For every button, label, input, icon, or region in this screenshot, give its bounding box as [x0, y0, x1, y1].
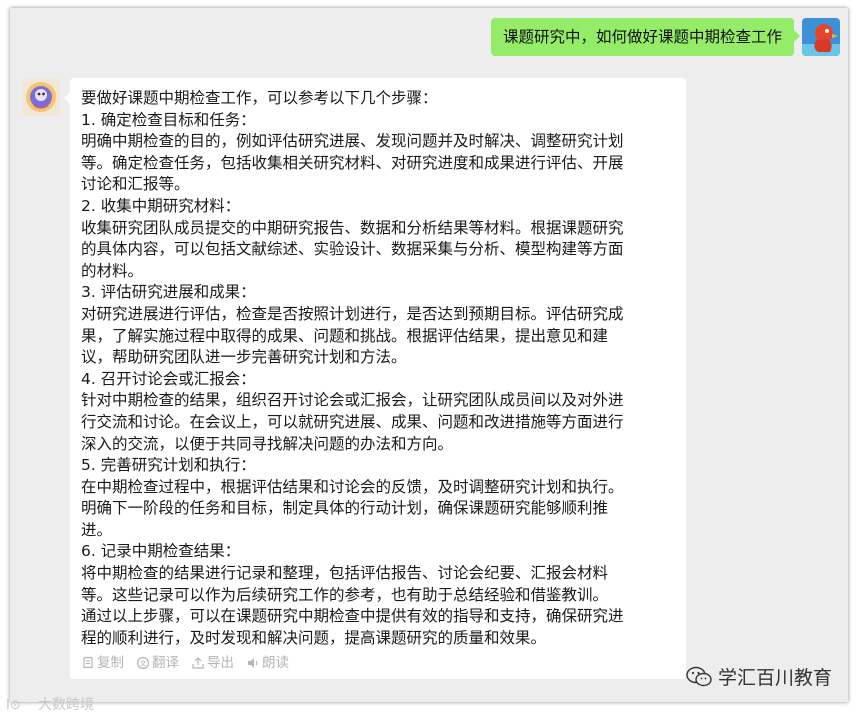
message-line: 程的顺利进行，及时发现和解决问题，提高课题研究的质量和效果。 — [81, 628, 547, 647]
source-watermark: I⊙ 大数跨境 — [6, 694, 94, 714]
message-line: 在中期检查过程中，根据评估结果和讨论会的反馈，及时调整研究计划和执行。 — [81, 477, 624, 496]
bot-message-row: 要做好课题中期检查工作，可以参考以下几个步骤： 1. 确定检查目标和任务： 明确… — [22, 78, 686, 680]
message-line: 的材料。 — [81, 261, 144, 280]
svg-text:I⊙: I⊙ — [6, 698, 21, 712]
bot-message-bubble[interactable]: 要做好课题中期检查工作，可以参考以下几个步骤： 1. 确定检查目标和任务： 明确… — [64, 78, 686, 680]
brand-watermark-text: 学汇百川教育 — [717, 667, 832, 689]
copy-button[interactable]: 复制 — [81, 653, 124, 673]
copy-label: 复制 — [97, 655, 124, 672]
message-line: 6. 记录中期检查结果： — [81, 542, 241, 561]
message-actions: 复制 文 翻译 导出 朗读 — [81, 653, 675, 673]
bot-message-text: 要做好课题中期检查工作，可以参考以下几个步骤： 1. 确定检查目标和任务： 明确… — [81, 88, 675, 649]
export-icon — [192, 657, 204, 670]
message-line: 要做好课题中期检查工作，可以参考以下几个步骤： — [81, 89, 438, 107]
brand-logo-icon: I⊙ — [6, 698, 21, 712]
user-message-row: 课题研究中，如何做好课题中期检查工作 — [490, 18, 840, 56]
translate-label: 翻译 — [152, 655, 179, 672]
user-message-bubble[interactable]: 课题研究中，如何做好课题中期检查工作 — [490, 18, 801, 56]
message-line: 果，了解实施过程中取得的成果、问题和挑战。根据评估结果，提出意见和建 — [81, 326, 609, 345]
message-line: 收集研究团队成员提交的中期研究报告、数据和分析结果等材料。根据课题研究 — [81, 218, 624, 237]
copy-icon — [83, 657, 93, 669]
message-line: 明确下一阶段的任务和目标，制定具体的行动计划，确保课题研究能够顺利推 — [81, 499, 609, 518]
message-line: 等。确定检查任务，包括收集相关研究材料、对研究进度和成果进行评估、开展 — [81, 153, 624, 172]
message-line: 深入的交流，以便于共同寻找解决问题的办法和方向。 — [81, 434, 454, 453]
message-line: 1. 确定检查目标和任务： — [81, 110, 256, 129]
message-line: 通过以上步骤，可以在课题研究中期检查中提供有效的指导和支持，确保研究进 — [81, 607, 624, 626]
source-watermark-text: 大数跨境 — [38, 697, 94, 713]
message-line: 等。这些记录可以作为后续研究工作的参考，也有助于总结经验和借鉴教训。 — [81, 585, 609, 604]
bot-avatar-icon[interactable] — [22, 78, 60, 116]
message-line: 5. 完善研究计划和执行： — [81, 456, 256, 475]
message-line: 针对中期检查的结果，组织召开讨论会或汇报会，让研究团队成员间以及对外进 — [81, 391, 624, 410]
read-aloud-label: 朗读 — [262, 655, 289, 672]
export-label: 导出 — [207, 655, 234, 672]
message-line: 进。 — [81, 520, 113, 539]
message-line: 3. 评估研究进展和成果： — [81, 283, 256, 302]
message-line: 行交流和讨论。在会议上，可以就研究进展、成果、问题和改进措施等方面进行 — [81, 412, 624, 431]
translate-button[interactable]: 文 翻译 — [136, 653, 179, 673]
message-line: 议，帮助研究团队进一步完善研究计划和方法。 — [81, 348, 407, 367]
translate-icon: 文 — [136, 657, 150, 670]
wechat-icon — [686, 666, 712, 686]
read-aloud-button[interactable]: 朗读 — [246, 653, 289, 673]
svg-text:文: 文 — [140, 659, 147, 668]
message-line: 4. 召开讨论会或汇报会： — [81, 369, 256, 388]
brand-watermark: 学汇百川教育 — [686, 663, 832, 690]
message-line: 将中期检查的结果进行记录和整理，包括评估报告、讨论会纪要、汇报会材料 — [81, 564, 609, 583]
chat-window: 课题研究中，如何做好课题中期检查工作 要做好课题中期检查工作，可以参考以下几个步… — [10, 8, 848, 702]
export-button[interactable]: 导出 — [191, 653, 234, 673]
user-avatar-icon[interactable] — [802, 18, 840, 56]
speaker-icon — [248, 658, 258, 669]
message-line: 对研究进展进行评估，检查是否按照计划进行，是否达到预期目标。评估研究成 — [81, 304, 624, 323]
message-line: 讨论和汇报等。 — [81, 175, 190, 194]
message-line: 明确中期检查的目的，例如评估研究进展、发现问题并及时解决、调整研究计划 — [81, 132, 624, 151]
message-line: 2. 收集中期研究材料： — [81, 196, 241, 215]
message-line: 的具体内容，可以包括文献综述、实验设计、数据采集与分析、模型构建等方面 — [81, 240, 624, 259]
